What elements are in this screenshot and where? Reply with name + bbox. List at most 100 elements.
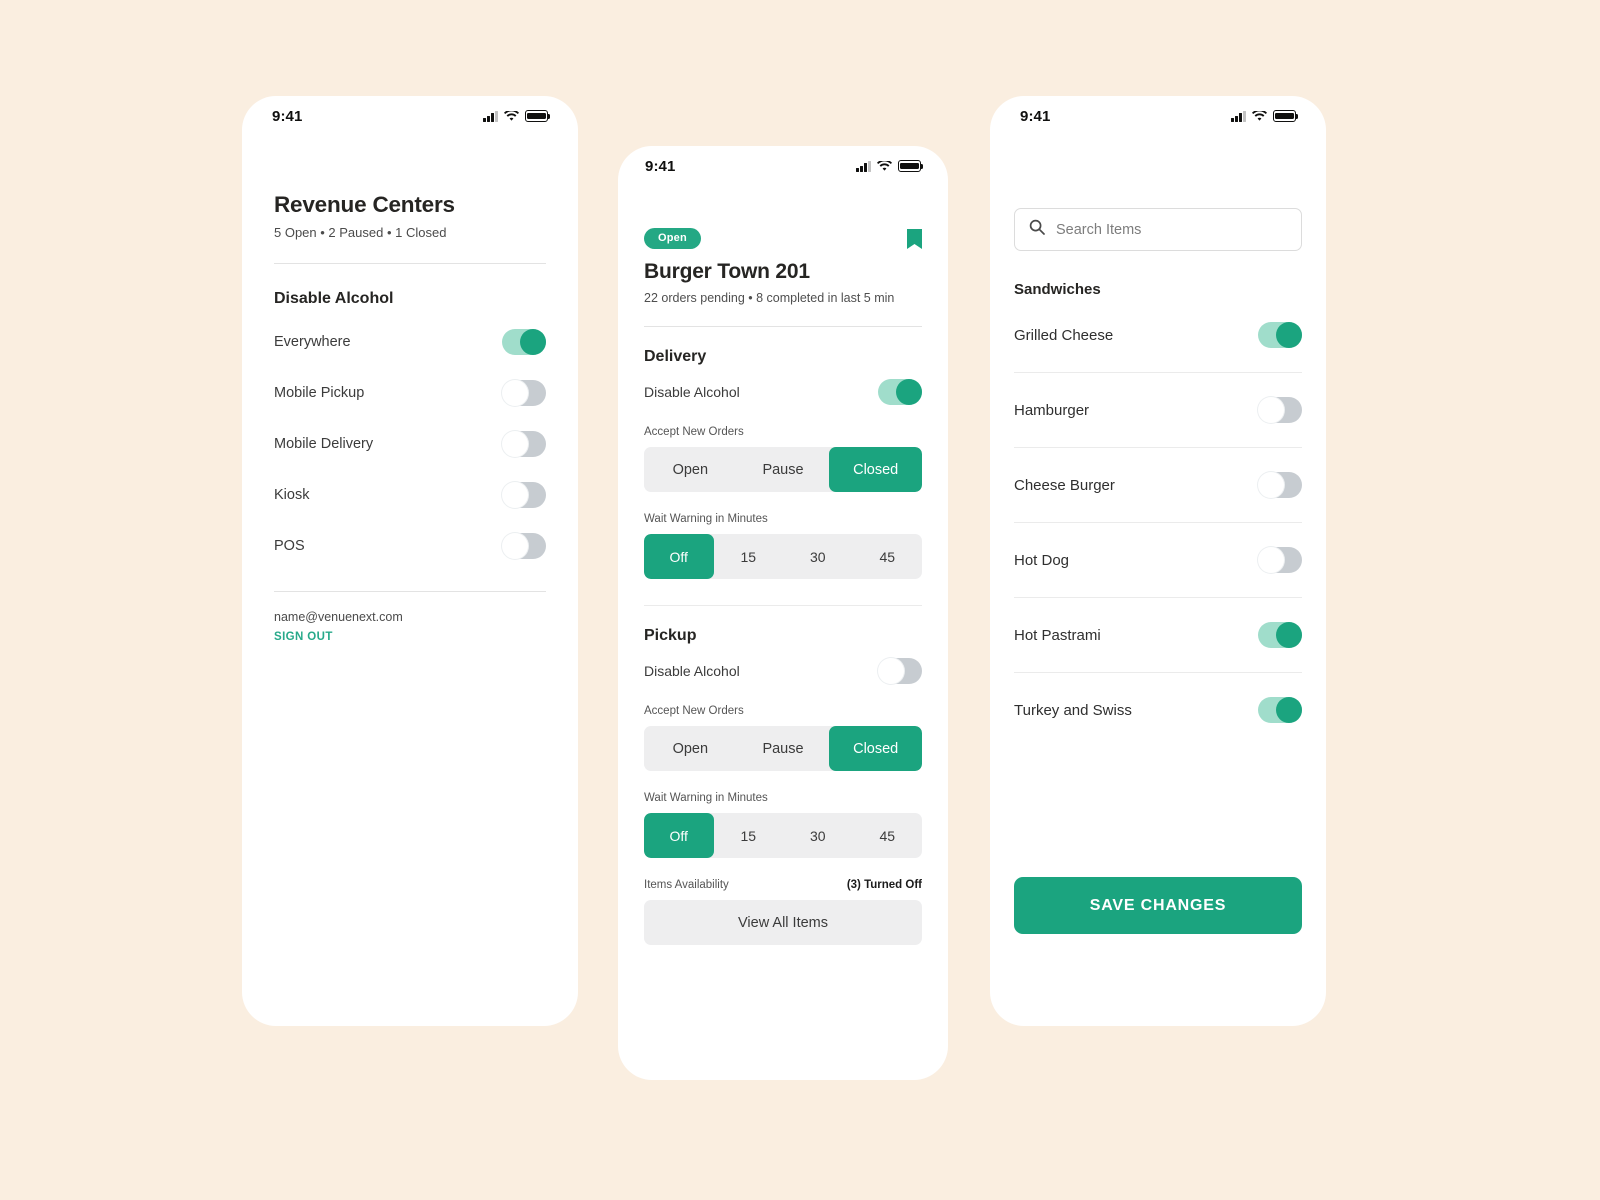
segment-option-15[interactable]: 15 — [714, 813, 784, 858]
toggle-pickup-disable-alcohol[interactable] — [878, 658, 922, 684]
disable-alcohol-list: Everywhere Mobile Pickup Mobile Delivery… — [274, 316, 546, 571]
toggle-kiosk[interactable] — [502, 481, 546, 508]
divider — [644, 605, 922, 606]
phone3-body: Search Items Sandwiches Grilled Cheese H… — [990, 136, 1326, 934]
list-item[interactable]: Kiosk — [274, 469, 546, 520]
list-item[interactable]: Hot Dog — [1014, 523, 1302, 597]
view-all-items-button[interactable]: View All Items — [644, 900, 922, 945]
segment-option-closed[interactable]: Closed — [829, 447, 922, 492]
segment-option-45[interactable]: 45 — [853, 813, 923, 858]
segment-option-off[interactable]: Off — [644, 813, 714, 858]
label-accept-new-orders: Accept New Orders — [644, 705, 744, 717]
cellular-signal-icon — [1231, 110, 1246, 122]
battery-full-icon — [898, 160, 924, 172]
label-accept-new-orders: Accept New Orders — [644, 426, 744, 438]
segmented-delivery-wait-warning[interactable]: Off 15 30 45 — [644, 534, 922, 579]
search-input[interactable]: Search Items — [1014, 208, 1302, 251]
status-bar: 9:41 — [618, 146, 948, 186]
toggle-delivery-disable-alcohol[interactable] — [878, 379, 922, 405]
list-item[interactable]: Grilled Cheese — [1014, 298, 1302, 372]
list-item-label: Mobile Delivery — [274, 435, 374, 452]
status-bar-time: 9:41 — [1020, 107, 1051, 125]
list-item-label: Mobile Pickup — [274, 384, 365, 401]
items-list: Grilled Cheese Hamburger Cheese Burger H… — [1014, 298, 1302, 747]
segment-option-15[interactable]: 15 — [714, 534, 784, 579]
toggle-everywhere[interactable] — [502, 328, 546, 355]
segment-option-45[interactable]: 45 — [853, 534, 923, 579]
label-wait-warning: Wait Warning in Minutes — [644, 792, 768, 804]
segment-option-30[interactable]: 30 — [783, 534, 853, 579]
toggle-cheese-burger[interactable] — [1258, 472, 1302, 498]
design-canvas: 9:41 Revenue Centers 5 Open • 2 Paused •… — [0, 0, 1600, 1200]
list-item[interactable]: Hamburger — [1014, 373, 1302, 447]
toggle-turkey-and-swiss[interactable] — [1258, 697, 1302, 723]
category-title-sandwiches: Sandwiches — [1014, 281, 1101, 298]
battery-full-icon — [525, 110, 551, 122]
list-item[interactable]: Cheese Burger — [1014, 448, 1302, 522]
segment-option-pause[interactable]: Pause — [737, 726, 830, 771]
phone-screen-revenue-centers: 9:41 Revenue Centers 5 Open • 2 Paused •… — [242, 96, 578, 1026]
list-item[interactable]: Everywhere — [274, 316, 546, 367]
phone-screen-items-availability: 9:41 Search Items Sandwiches Grilled Che… — [990, 96, 1326, 1026]
segment-option-closed[interactable]: Closed — [829, 726, 922, 771]
segment-option-open[interactable]: Open — [644, 447, 737, 492]
segment-option-open[interactable]: Open — [644, 726, 737, 771]
list-item-label: Cheese Burger — [1014, 476, 1115, 494]
list-item-label: Turkey and Swiss — [1014, 701, 1132, 719]
phone-screen-revenue-center-detail: 9:41 Open Burger Town 201 22 orders pend… — [618, 146, 948, 1080]
bookmark-icon[interactable] — [907, 228, 922, 249]
wifi-icon — [504, 110, 519, 122]
pickup-disable-alcohol-row[interactable]: Disable Alcohol — [644, 658, 922, 684]
items-turned-off-count: (3) Turned Off — [846, 879, 922, 891]
toggle-mobile-pickup[interactable] — [502, 379, 546, 406]
items-availability-label: Items Availability — [644, 879, 729, 891]
divider — [274, 591, 546, 592]
segmented-delivery-accept-orders[interactable]: Open Pause Closed — [644, 447, 922, 492]
list-item-label: Hot Dog — [1014, 551, 1070, 569]
venue-title: Burger Town 201 — [644, 260, 810, 283]
segment-option-30[interactable]: 30 — [783, 813, 853, 858]
battery-full-icon — [1273, 110, 1299, 122]
list-item[interactable]: Mobile Pickup — [274, 367, 546, 418]
divider — [274, 263, 546, 264]
section-title-pickup: Pickup — [644, 627, 697, 644]
sign-out-link[interactable]: SIGN OUT — [274, 631, 333, 643]
list-item[interactable]: Turkey and Swiss — [1014, 673, 1302, 747]
cellular-signal-icon — [483, 110, 498, 122]
phone1-body: Revenue Centers 5 Open • 2 Paused • 1 Cl… — [242, 136, 578, 645]
toggle-grilled-cheese[interactable] — [1258, 322, 1302, 348]
toggle-hot-pastrami[interactable] — [1258, 622, 1302, 648]
list-item-label: Grilled Cheese — [1014, 326, 1114, 344]
segmented-pickup-wait-warning[interactable]: Off 15 30 45 — [644, 813, 922, 858]
segmented-pickup-accept-orders[interactable]: Open Pause Closed — [644, 726, 922, 771]
toggle-mobile-delivery[interactable] — [502, 430, 546, 457]
wifi-icon — [877, 160, 892, 172]
toggle-hot-dog[interactable] — [1258, 547, 1302, 573]
divider — [644, 326, 922, 327]
list-item[interactable]: POS — [274, 520, 546, 571]
list-item-label: Kiosk — [274, 486, 310, 503]
row-label: Disable Alcohol — [644, 384, 740, 400]
status-bar: 9:41 — [242, 96, 578, 136]
toggle-hamburger[interactable] — [1258, 397, 1302, 423]
section-title-delivery: Delivery — [644, 348, 707, 365]
segment-option-off[interactable]: Off — [644, 534, 714, 579]
toggle-pos[interactable] — [502, 532, 546, 559]
list-item[interactable]: Mobile Delivery — [274, 418, 546, 469]
list-item-label: Hamburger — [1014, 401, 1090, 419]
segment-option-pause[interactable]: Pause — [737, 447, 830, 492]
list-item-label: POS — [274, 537, 305, 554]
items-availability-row: Items Availability (3) Turned Off — [644, 879, 922, 891]
search-icon — [1029, 219, 1045, 240]
section-title-disable-alcohol: Disable Alcohol — [274, 290, 394, 307]
list-item[interactable]: Hot Pastrami — [1014, 598, 1302, 672]
status-badge: Open — [644, 228, 701, 249]
wifi-icon — [1252, 110, 1267, 122]
venue-subtitle: 22 orders pending • 8 completed in last … — [644, 291, 895, 305]
delivery-disable-alcohol-row[interactable]: Disable Alcohol — [644, 379, 922, 405]
phone2-body: Open Burger Town 201 22 orders pending •… — [618, 186, 948, 945]
save-changes-button[interactable]: SAVE CHANGES — [1014, 877, 1302, 934]
search-placeholder: Search Items — [1056, 221, 1142, 238]
label-wait-warning: Wait Warning in Minutes — [644, 513, 768, 525]
page-subtitle: 5 Open • 2 Paused • 1 Closed — [274, 225, 447, 240]
